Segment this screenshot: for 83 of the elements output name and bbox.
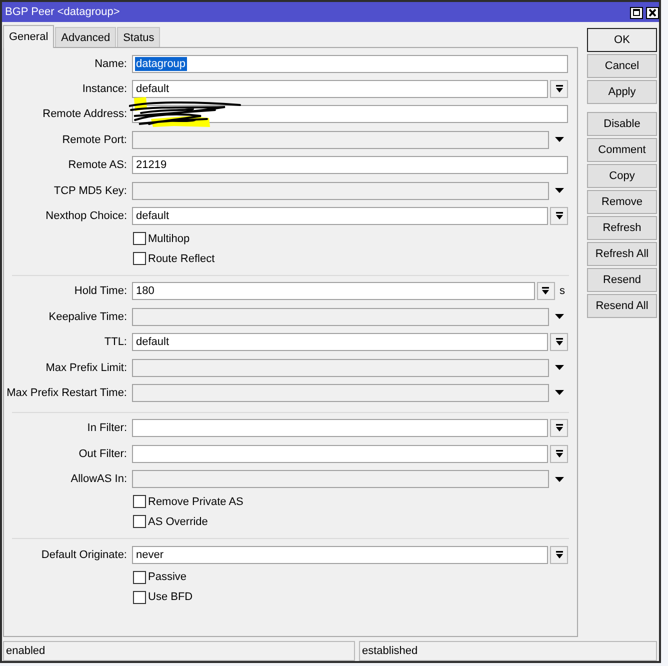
dropdown-button[interactable]: [550, 546, 568, 564]
dropdown-arrow-icon: [556, 450, 562, 458]
text-field[interactable]: datagroup: [132, 54, 568, 73]
field-label: Name:: [94, 58, 127, 70]
dropdown-arrow-icon[interactable]: [555, 188, 564, 194]
checkbox-label: Passive: [148, 571, 187, 584]
dropdown-field[interactable]: [132, 419, 548, 438]
field-label: Nexthop Choice:: [44, 210, 127, 222]
dropdown-arrow-icon: [556, 550, 562, 559]
field-label: AllowAS In:: [70, 473, 127, 486]
checkbox[interactable]: [133, 232, 146, 246]
dialog-button[interactable]: Remove: [587, 190, 657, 214]
dropdown-button[interactable]: [550, 333, 568, 352]
dropdown-arrow-icon: [556, 212, 562, 220]
status-panel: established: [359, 641, 657, 661]
dropdown-arrow-icon[interactable]: [555, 314, 564, 320]
checkbox[interactable]: [133, 495, 146, 508]
dropdown-button[interactable]: [550, 207, 568, 226]
dialog-button[interactable]: Cancel: [587, 54, 657, 78]
dropdown-field[interactable]: default: [132, 333, 548, 352]
dropdown-field[interactable]: never: [132, 546, 548, 564]
dialog-button[interactable]: Copy: [587, 164, 657, 188]
dialog-button[interactable]: Apply: [587, 80, 657, 104]
field-label: Remote Address:: [42, 108, 127, 120]
field-label: Out Filter:: [78, 448, 127, 460]
empty-dropdown-field[interactable]: [132, 182, 549, 200]
maximize-icon[interactable]: [630, 7, 643, 19]
dropdown-arrow-icon: [556, 338, 562, 346]
empty-dropdown-field[interactable]: [132, 130, 549, 149]
dropdown-field[interactable]: 180: [132, 282, 534, 300]
dropdown-arrow-icon[interactable]: [555, 476, 564, 482]
dropdown-arrow-icon: [556, 85, 562, 94]
checkbox-label: Route Reflect: [148, 252, 215, 265]
field-label: Remote AS:: [67, 159, 127, 172]
field-label: Max Prefix Restart Time:: [6, 386, 127, 399]
dropdown-arrow-icon: [556, 424, 562, 432]
field-label: Max Prefix Limit:: [44, 362, 127, 374]
checkbox-label: Multihop: [148, 232, 190, 245]
dialog-button[interactable]: Comment: [587, 138, 657, 162]
empty-dropdown-field[interactable]: [132, 358, 549, 377]
dropdown-button[interactable]: [550, 444, 568, 463]
field-label: Remote Port:: [61, 134, 127, 146]
checkbox[interactable]: [133, 252, 146, 266]
dropdown-button[interactable]: [536, 282, 554, 300]
empty-dropdown-field[interactable]: [132, 384, 549, 402]
dialog-button[interactable]: Refresh: [587, 216, 657, 240]
dropdown-field[interactable]: default: [132, 207, 548, 226]
checkbox[interactable]: [133, 590, 146, 604]
close-icon[interactable]: [646, 7, 659, 19]
dialog-button[interactable]: Resend All: [587, 294, 657, 318]
field-label: TTL:: [103, 336, 127, 348]
field-label: TCP MD5 Key:: [52, 184, 127, 197]
window-title: BGP Peer <datagroup>: [5, 6, 120, 18]
checkbox[interactable]: [133, 515, 146, 528]
checkbox-label: AS Override: [148, 516, 208, 528]
dropdown-button[interactable]: [550, 419, 568, 438]
empty-dropdown-field[interactable]: [132, 308, 549, 326]
dropdown-field[interactable]: [132, 444, 548, 463]
field-label: In Filter:: [86, 422, 127, 434]
dialog-button[interactable]: Refresh All: [587, 242, 657, 266]
tab[interactable]: General: [3, 25, 54, 48]
empty-dropdown-field[interactable]: [132, 470, 549, 488]
dropdown-button[interactable]: [550, 80, 568, 98]
dialog-button[interactable]: Resend: [587, 268, 657, 292]
tab[interactable]: Advanced: [55, 27, 116, 47]
field-label: Hold Time:: [73, 285, 127, 298]
checkbox-label: Remove Private AS: [148, 496, 244, 508]
field-label: Keepalive Time:: [48, 310, 127, 323]
tab[interactable]: Status: [117, 27, 160, 47]
unit-label: s: [560, 285, 565, 298]
dialog-button[interactable]: Disable: [587, 112, 657, 136]
dropdown-arrow-icon: [542, 287, 549, 296]
field-label: Instance:: [81, 83, 127, 96]
dropdown-arrow-icon[interactable]: [555, 365, 564, 370]
status-panel: enabled: [3, 641, 355, 661]
checkbox[interactable]: [133, 570, 146, 584]
field-label: Default Originate:: [40, 548, 127, 561]
checkbox-label: Use BFD: [148, 591, 193, 604]
dropdown-arrow-icon[interactable]: [555, 137, 564, 142]
text-field[interactable]: 21219: [132, 156, 568, 174]
dialog-button[interactable]: OK: [587, 28, 657, 52]
dropdown-field[interactable]: default: [132, 80, 548, 98]
dropdown-arrow-icon[interactable]: [555, 390, 564, 396]
